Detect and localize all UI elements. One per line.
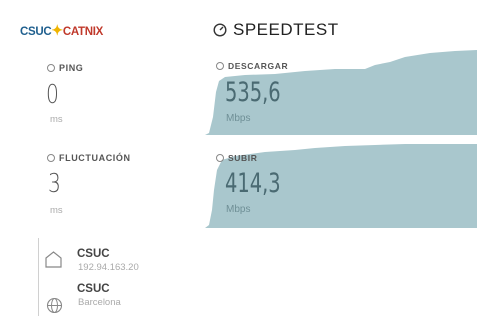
download-unit: Mbps xyxy=(226,113,251,124)
speedtest-title-text: SPEEDTEST xyxy=(233,20,339,39)
download-label: DESCARGAR xyxy=(216,61,288,71)
csuc-catnix-logo: CSUC✦CATNIX xyxy=(20,22,103,38)
ping-value: 0 xyxy=(46,80,59,110)
gauge-icon xyxy=(213,23,227,37)
client-ip: 192.94.163.20 xyxy=(78,262,139,273)
ping-icon xyxy=(47,64,55,72)
jitter-label: FLUCTUACIÓN xyxy=(47,153,131,163)
server-name: CSUC xyxy=(77,283,110,295)
jitter-value: 3 xyxy=(48,169,61,199)
server-divider xyxy=(38,238,39,316)
client-isp-name: CSUC xyxy=(77,248,110,260)
jitter-unit: ms xyxy=(50,205,63,216)
spark-icon: ✦ xyxy=(51,22,63,38)
upload-value: 414,3 xyxy=(225,168,281,199)
jitter-icon xyxy=(47,154,55,162)
download-icon xyxy=(216,62,224,70)
globe-icon xyxy=(46,297,63,314)
server-location: Barcelona xyxy=(78,297,121,308)
upload-label: SUBIR xyxy=(216,153,257,163)
download-chart: DESCARGAR 535,6 Mbps xyxy=(205,47,477,135)
upload-icon xyxy=(216,154,224,162)
home-icon xyxy=(45,251,62,268)
ping-unit: ms xyxy=(50,114,63,125)
ping-label: PING xyxy=(47,63,83,73)
speedtest-title: SPEEDTEST xyxy=(213,20,339,40)
upload-unit: Mbps xyxy=(226,204,251,215)
upload-chart: SUBIR 414,3 Mbps xyxy=(205,140,477,228)
download-value: 535,6 xyxy=(225,77,281,108)
